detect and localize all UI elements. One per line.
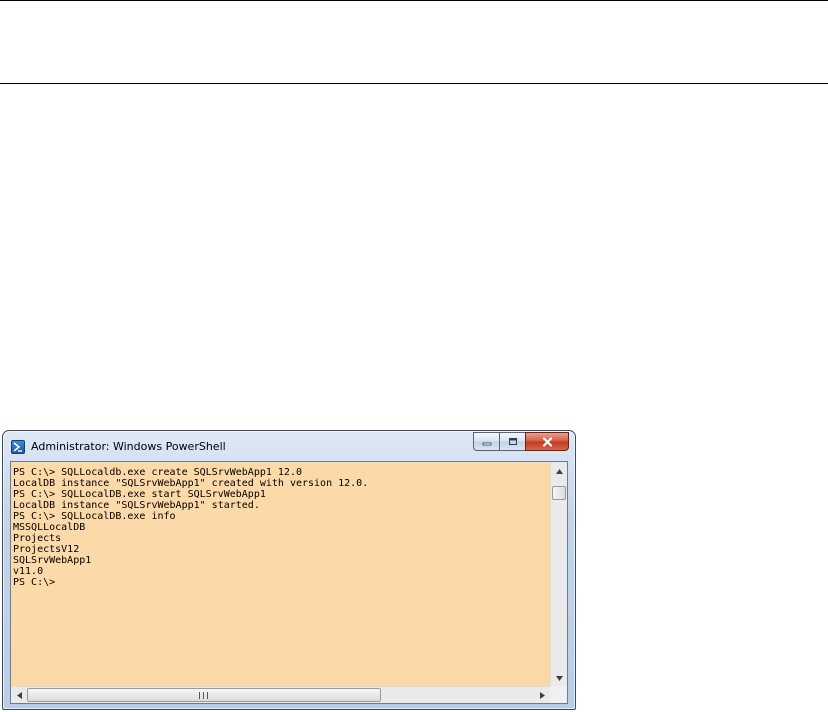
window-title: Administrator: Windows PowerShell (31, 440, 226, 453)
console-line: PS C:\> SQLLocalDB.exe info (13, 511, 176, 522)
vertical-scrollbar[interactable] (550, 462, 567, 687)
maximize-button[interactable] (499, 432, 525, 451)
horizontal-scrollbar[interactable] (11, 686, 550, 703)
console-line: ProjectsV12 (13, 544, 80, 555)
console-prompt: PS C:\> (13, 577, 56, 588)
console-output[interactable]: PS C:\> SQLLocaldb.exe create SQLSrvWebA… (11, 462, 550, 687)
vertical-scroll-thumb[interactable] (552, 486, 566, 500)
scroll-left-button[interactable] (11, 687, 27, 703)
close-icon (542, 436, 552, 447)
minimize-button[interactable] (473, 432, 499, 451)
second-divider (0, 83, 828, 84)
top-divider (0, 0, 828, 1)
console-line: SQLSrvWebApp1 (13, 555, 92, 566)
console-line: PS C:\> SQLLocalDB.exe start SQLSrvWebAp… (13, 489, 266, 500)
arrow-left-icon (16, 691, 22, 699)
console-client-area: PS C:\> SQLLocaldb.exe create SQLSrvWebA… (10, 461, 568, 704)
horizontal-scroll-thumb[interactable] (27, 688, 381, 702)
caption-buttons (473, 432, 569, 451)
console-line: PS C:\> SQLLocaldb.exe create SQLSrvWebA… (13, 467, 302, 478)
powershell-icon[interactable] (11, 440, 25, 454)
console-line: Projects (13, 533, 62, 544)
maximize-icon (508, 438, 517, 445)
console-line: MSSQLLocalDB (13, 522, 86, 533)
scrollbar-corner (550, 686, 567, 703)
console-line: LocalDB instance "SQLSrvWebApp1" created… (13, 478, 369, 489)
arrow-up-icon (555, 468, 563, 474)
console-line: LocalDB instance "SQLSrvWebApp1" started… (13, 500, 260, 511)
powershell-window[interactable]: Administrator: Windows PowerShell PS C:\… (2, 430, 576, 710)
close-button[interactable] (525, 432, 569, 451)
console-lines: PS C:\> SQLLocaldb.exe create SQLSrvWebA… (13, 467, 368, 588)
scroll-right-button[interactable] (534, 687, 550, 703)
arrow-down-icon (555, 675, 563, 681)
console-line: v11.0 (13, 566, 44, 577)
arrow-right-icon (539, 691, 545, 699)
scroll-grip-icon (199, 692, 208, 699)
scroll-up-button[interactable] (551, 463, 567, 479)
minimize-icon (482, 442, 491, 445)
scroll-down-button[interactable] (551, 670, 567, 686)
title-bar[interactable]: Administrator: Windows PowerShell (3, 431, 575, 461)
